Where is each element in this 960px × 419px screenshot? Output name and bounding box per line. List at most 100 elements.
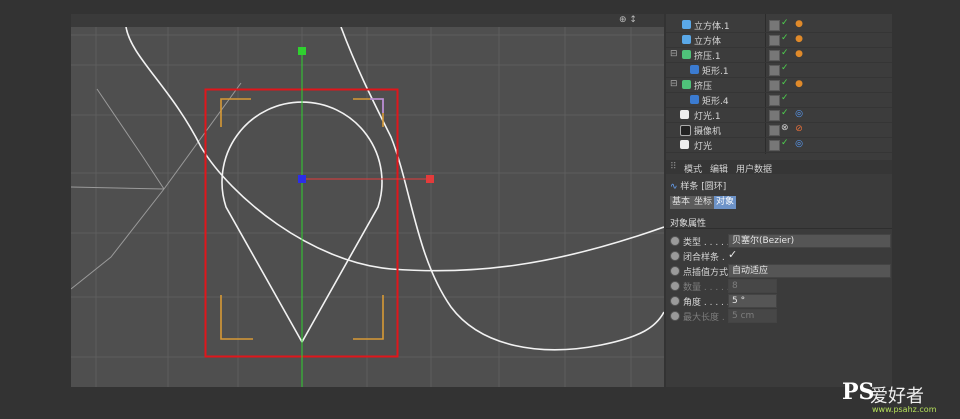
menu-user-data[interactable]: 用户数据 [736,162,772,175]
extrude-icon [682,50,691,59]
cube-icon [682,35,691,44]
object-label: 矩形.4 [702,97,729,107]
viewport-header: ⊕ ↕ [71,14,664,27]
collapse-toggle-icon[interactable]: ⊟ [670,79,678,89]
animate-radio[interactable] [670,296,680,306]
visibility-toggle[interactable] [769,35,780,46]
render-check-icon[interactable]: ⊗ [781,123,789,133]
menu-mode[interactable]: 模式 [684,162,702,175]
prop-count: 数量 . . . . . . 8 [670,279,892,293]
material-tag-icon[interactable]: ● [794,34,804,44]
object-label: 灯光.1 [694,112,721,122]
enable-check-icon[interactable]: ✓ [781,48,789,58]
object-title-text: 样条 [圆环] [680,182,727,192]
prop-angle[interactable]: 角度 . . . . . . 5 ° [670,294,892,308]
object-row[interactable]: 灯光.1 ✓ ◎ [666,108,892,123]
prop-closed[interactable]: 闭合样条 . ✓ [670,248,892,263]
light-icon [680,110,689,119]
object-row[interactable]: 矩形.1 ✓ [666,63,892,78]
enable-check-icon[interactable]: ✓ [781,108,789,118]
visibility-toggle[interactable] [769,20,780,31]
origin-handle [298,175,306,183]
prop-label: 闭合样条 . [683,253,725,263]
object-label: 摄像机 [694,127,722,137]
enable-check-icon[interactable]: ✓ [781,18,789,28]
object-title: ∿ 样条 [圆环] [670,179,726,192]
prop-interp[interactable]: 点插值方式 自动适应 [670,264,892,278]
watermark-url: www.psahz.com [872,405,937,414]
spline-curves [125,27,664,351]
object-label: 挤压 [694,82,713,92]
material-tag-icon[interactable]: ● [794,19,804,29]
visibility-toggle[interactable] [769,50,780,61]
attribute-menu-bar: ⠿ 模式 编辑 用户数据 [666,160,892,175]
visibility-toggle[interactable] [769,140,780,151]
animate-radio [670,311,680,321]
prop-type[interactable]: 类型 . . . . . . 贝塞尔(Bezier) [670,234,892,248]
object-row[interactable]: 立方体 ✓ ● [666,33,892,48]
object-row[interactable]: ⊟ 挤压.1 ✓ ● [666,48,892,63]
watermark: PS 爱好者 www.psahz.com [842,379,952,415]
target-tag-icon[interactable]: ◎ [794,109,804,119]
prop-maxlen: 最大长度 . 5 cm [670,309,892,323]
spline-icon: ∿ [670,182,678,192]
animate-radio[interactable] [670,236,680,246]
enable-check-icon[interactable]: ✓ [781,63,789,73]
visibility-toggle[interactable] [769,65,780,76]
right-panel: 立方体.1 ✓ ● 立方体 ✓ ● ⊟ 挤压.1 ✓ ● 矩形.1 ✓ ⊟ 挤压… [666,14,892,387]
camera-icon [680,125,691,136]
y-axis-handle [298,47,306,55]
visibility-toggle[interactable] [769,125,780,136]
angle-field[interactable]: 5 ° [728,294,777,308]
viewport-grid [71,27,664,387]
tab-basic[interactable]: 基本 [670,196,693,209]
attribute-manager: ⠿ 模式 编辑 用户数据 ∿ 样条 [圆环] 基本 坐标 对象 对象属性 类型 … [666,160,892,387]
object-label: 挤压.1 [694,52,721,62]
light-icon [680,140,689,149]
viewport-nav-controls[interactable]: ⊕ ↕ [619,15,637,25]
object-label: 立方体.1 [694,22,730,32]
object-row[interactable]: 立方体.1 ✓ ● [666,18,892,33]
animate-radio[interactable] [670,251,680,261]
material-tag-icon[interactable]: ● [794,79,804,89]
spline-icon [690,65,699,74]
object-row[interactable]: 摄像机 ⊗ ⊘ [666,123,892,138]
x-axis-handle [426,175,434,183]
prop-label: 最大长度 . [683,313,725,323]
enable-check-icon[interactable]: ✓ [781,138,789,148]
protection-tag-icon[interactable]: ⊘ [794,124,804,134]
object-label: 灯光 [694,142,713,152]
maxlen-field: 5 cm [728,309,777,323]
closed-checkbox[interactable]: ✓ [728,248,737,261]
object-label: 矩形.1 [702,67,729,77]
section-divider [666,228,892,229]
enable-check-icon[interactable]: ✓ [781,33,789,43]
cube-icon [682,20,691,29]
extrude-icon [682,80,691,89]
enable-check-icon[interactable]: ✓ [781,93,789,103]
count-field: 8 [728,279,777,293]
grip-icon: ⠿ [670,162,677,172]
visibility-toggle[interactable] [769,80,780,91]
object-row[interactable]: 灯光 ✓ ◎ [666,138,892,153]
animate-radio[interactable] [670,266,680,276]
interp-select[interactable]: 自动适应 [728,264,891,278]
visibility-toggle[interactable] [769,95,780,106]
object-row[interactable]: ⊟ 挤压 ✓ ● [666,78,892,93]
object-row[interactable]: 矩形.4 ✓ [666,93,892,108]
collapse-toggle-icon[interactable]: ⊟ [670,49,678,59]
tab-coord[interactable]: 坐标 [692,196,715,209]
tab-object[interactable]: 对象 [714,196,737,209]
type-select[interactable]: 贝塞尔(Bezier) [728,234,891,248]
animate-radio [670,281,680,291]
viewport-canvas[interactable] [71,27,664,387]
spline-icon [690,95,699,104]
material-tag-icon[interactable]: ● [794,49,804,59]
viewport[interactable] [71,27,664,387]
target-tag-icon[interactable]: ◎ [794,139,804,149]
menu-edit[interactable]: 编辑 [710,162,728,175]
visibility-toggle[interactable] [769,110,780,121]
enable-check-icon[interactable]: ✓ [781,78,789,88]
prop-label: 点插值方式 [683,268,729,278]
object-label: 立方体 [694,37,722,47]
